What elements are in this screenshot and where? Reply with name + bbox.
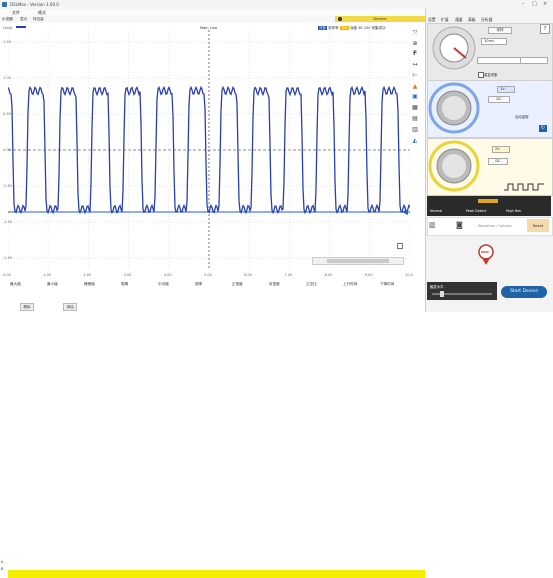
y-tick-label: -0.5V	[3, 184, 13, 188]
measurement-header: 周期	[121, 282, 129, 286]
measurement-header: 下降时间	[380, 282, 395, 286]
x-tick-label: 1.00	[43, 273, 51, 277]
x-tick-label: 9.00	[364, 273, 373, 277]
x-tick-label: 5.00	[204, 273, 212, 277]
trigger-marker-icon[interactable]	[402, 209, 408, 215]
channel-a-knob[interactable]	[428, 82, 480, 134]
measurement-header: 负宽度	[269, 282, 280, 286]
minimize-icon[interactable]: –	[522, 1, 525, 7]
y-tick-label: -1.0V	[3, 220, 13, 224]
mode-peak[interactable]: Peak Detect	[466, 209, 486, 213]
x-tick-label: 8.00	[324, 273, 333, 277]
y-tick-label: 0.5V	[3, 112, 11, 116]
fit-box-icon[interactable]	[397, 243, 403, 249]
repeat-label: 重复采集	[484, 73, 498, 77]
start-device-button[interactable]: Start Device	[501, 286, 547, 298]
slider-handle[interactable]	[440, 291, 444, 297]
x-tick-label: 0.00	[3, 273, 11, 277]
delete-button[interactable]: 删除	[20, 303, 34, 311]
pre-options[interactable]: Waveform / Options	[478, 224, 512, 228]
settings-icon[interactable]: ◭	[411, 137, 419, 144]
help-icon[interactable]: ?	[540, 24, 550, 34]
channel-indicator	[16, 26, 26, 28]
row-label-a: A	[1, 560, 4, 564]
x-tick-label: 7.00	[284, 273, 293, 277]
range-select-b[interactable]: 2V	[492, 146, 510, 153]
x-tick-label: 4.00	[163, 273, 172, 277]
y-tick-label: 0.0V	[3, 148, 11, 152]
x-tick-label: 2.00	[83, 273, 92, 277]
measure-icon[interactable]: ↦	[411, 61, 419, 68]
measurement-header: 上升时间	[343, 282, 358, 286]
tab-scope[interactable]: 示波器	[2, 17, 13, 22]
sample-select-2[interactable]	[520, 57, 548, 64]
save-icon[interactable]: ▣	[411, 93, 419, 100]
slider-label: 触发水平	[430, 285, 444, 289]
coupling-b[interactable]: DC	[488, 158, 508, 165]
zoom-in-icon[interactable]: ⊕	[411, 40, 419, 47]
coupling-a[interactable]: DC	[488, 96, 510, 103]
add-button[interactable]: 添加	[63, 303, 77, 311]
autorange-label-a: 自动量程	[515, 115, 529, 119]
tab-display[interactable]: 显示	[20, 17, 27, 22]
pulse-icon	[504, 183, 544, 191]
measurement-header: 最大值	[10, 282, 21, 286]
timebase-knob[interactable]	[430, 25, 478, 71]
waveform-plot[interactable]	[8, 30, 410, 270]
app-icon	[2, 2, 7, 7]
y-tick-label: -1.5V	[3, 256, 13, 260]
color-icon[interactable]: ▲	[411, 83, 419, 90]
y-tick-label: 1.0V	[3, 76, 11, 80]
new-badge-icon[interactable]	[478, 244, 494, 266]
timeline-scrollbar[interactable]	[312, 257, 404, 265]
bars-icon[interactable]: ▥	[429, 221, 436, 229]
measurement-header: 最小值	[47, 282, 58, 286]
y-tick-label: 1.5V	[3, 40, 11, 44]
range-select-a[interactable]: 1V	[497, 86, 515, 93]
x-tick-label: 6.00	[244, 273, 252, 277]
cursor-icon[interactable]: F	[411, 50, 419, 57]
row-label-b: B	[1, 567, 4, 571]
sample-button[interactable]: 采样	[488, 27, 512, 34]
reset-button[interactable]: Reset	[527, 219, 549, 232]
screenshot-icon[interactable]: ▦	[411, 104, 419, 111]
selected-measure-row[interactable]	[8, 570, 425, 578]
measurement-header: 占空比	[306, 282, 317, 286]
chip-icon[interactable]: ◙	[456, 221, 463, 229]
zoom-fit-icon[interactable]: ⤧	[411, 30, 419, 37]
measurement-header: 平均值	[158, 282, 169, 286]
mode-normal[interactable]: Normal	[430, 209, 442, 213]
window-title: DSLMax - Version 1.00.0	[10, 2, 59, 7]
tab-features[interactable]: 特征量	[33, 17, 44, 22]
maximize-icon[interactable]: □	[532, 1, 537, 7]
measurement-header: 峰峰值	[84, 282, 95, 286]
x-tick-label: 3.00	[123, 273, 132, 277]
grid-icon[interactable]: ▤	[411, 115, 419, 122]
mode-wave-icon	[478, 199, 498, 203]
time-select[interactable]: 10ms	[481, 38, 507, 45]
new-badge-text: NEW	[481, 250, 489, 254]
ruler-icon[interactable]: ⊢	[411, 72, 419, 79]
device-label: Device	[335, 16, 425, 22]
info-icon[interactable]: i	[338, 17, 342, 21]
table-icon[interactable]: ▥	[411, 126, 419, 133]
scroll-thumb[interactable]	[327, 259, 389, 263]
mode-highres[interactable]: High Res	[506, 209, 521, 213]
close-icon[interactable]: ×	[543, 1, 547, 7]
measurement-header: 频率	[195, 282, 203, 286]
measurement-header: 正宽度	[232, 282, 243, 286]
sample-select[interactable]	[477, 57, 521, 64]
x-tick-label: 10.0	[405, 273, 413, 277]
refresh-icon[interactable]: ↻	[539, 125, 547, 132]
channel-b-knob[interactable]	[428, 140, 480, 192]
